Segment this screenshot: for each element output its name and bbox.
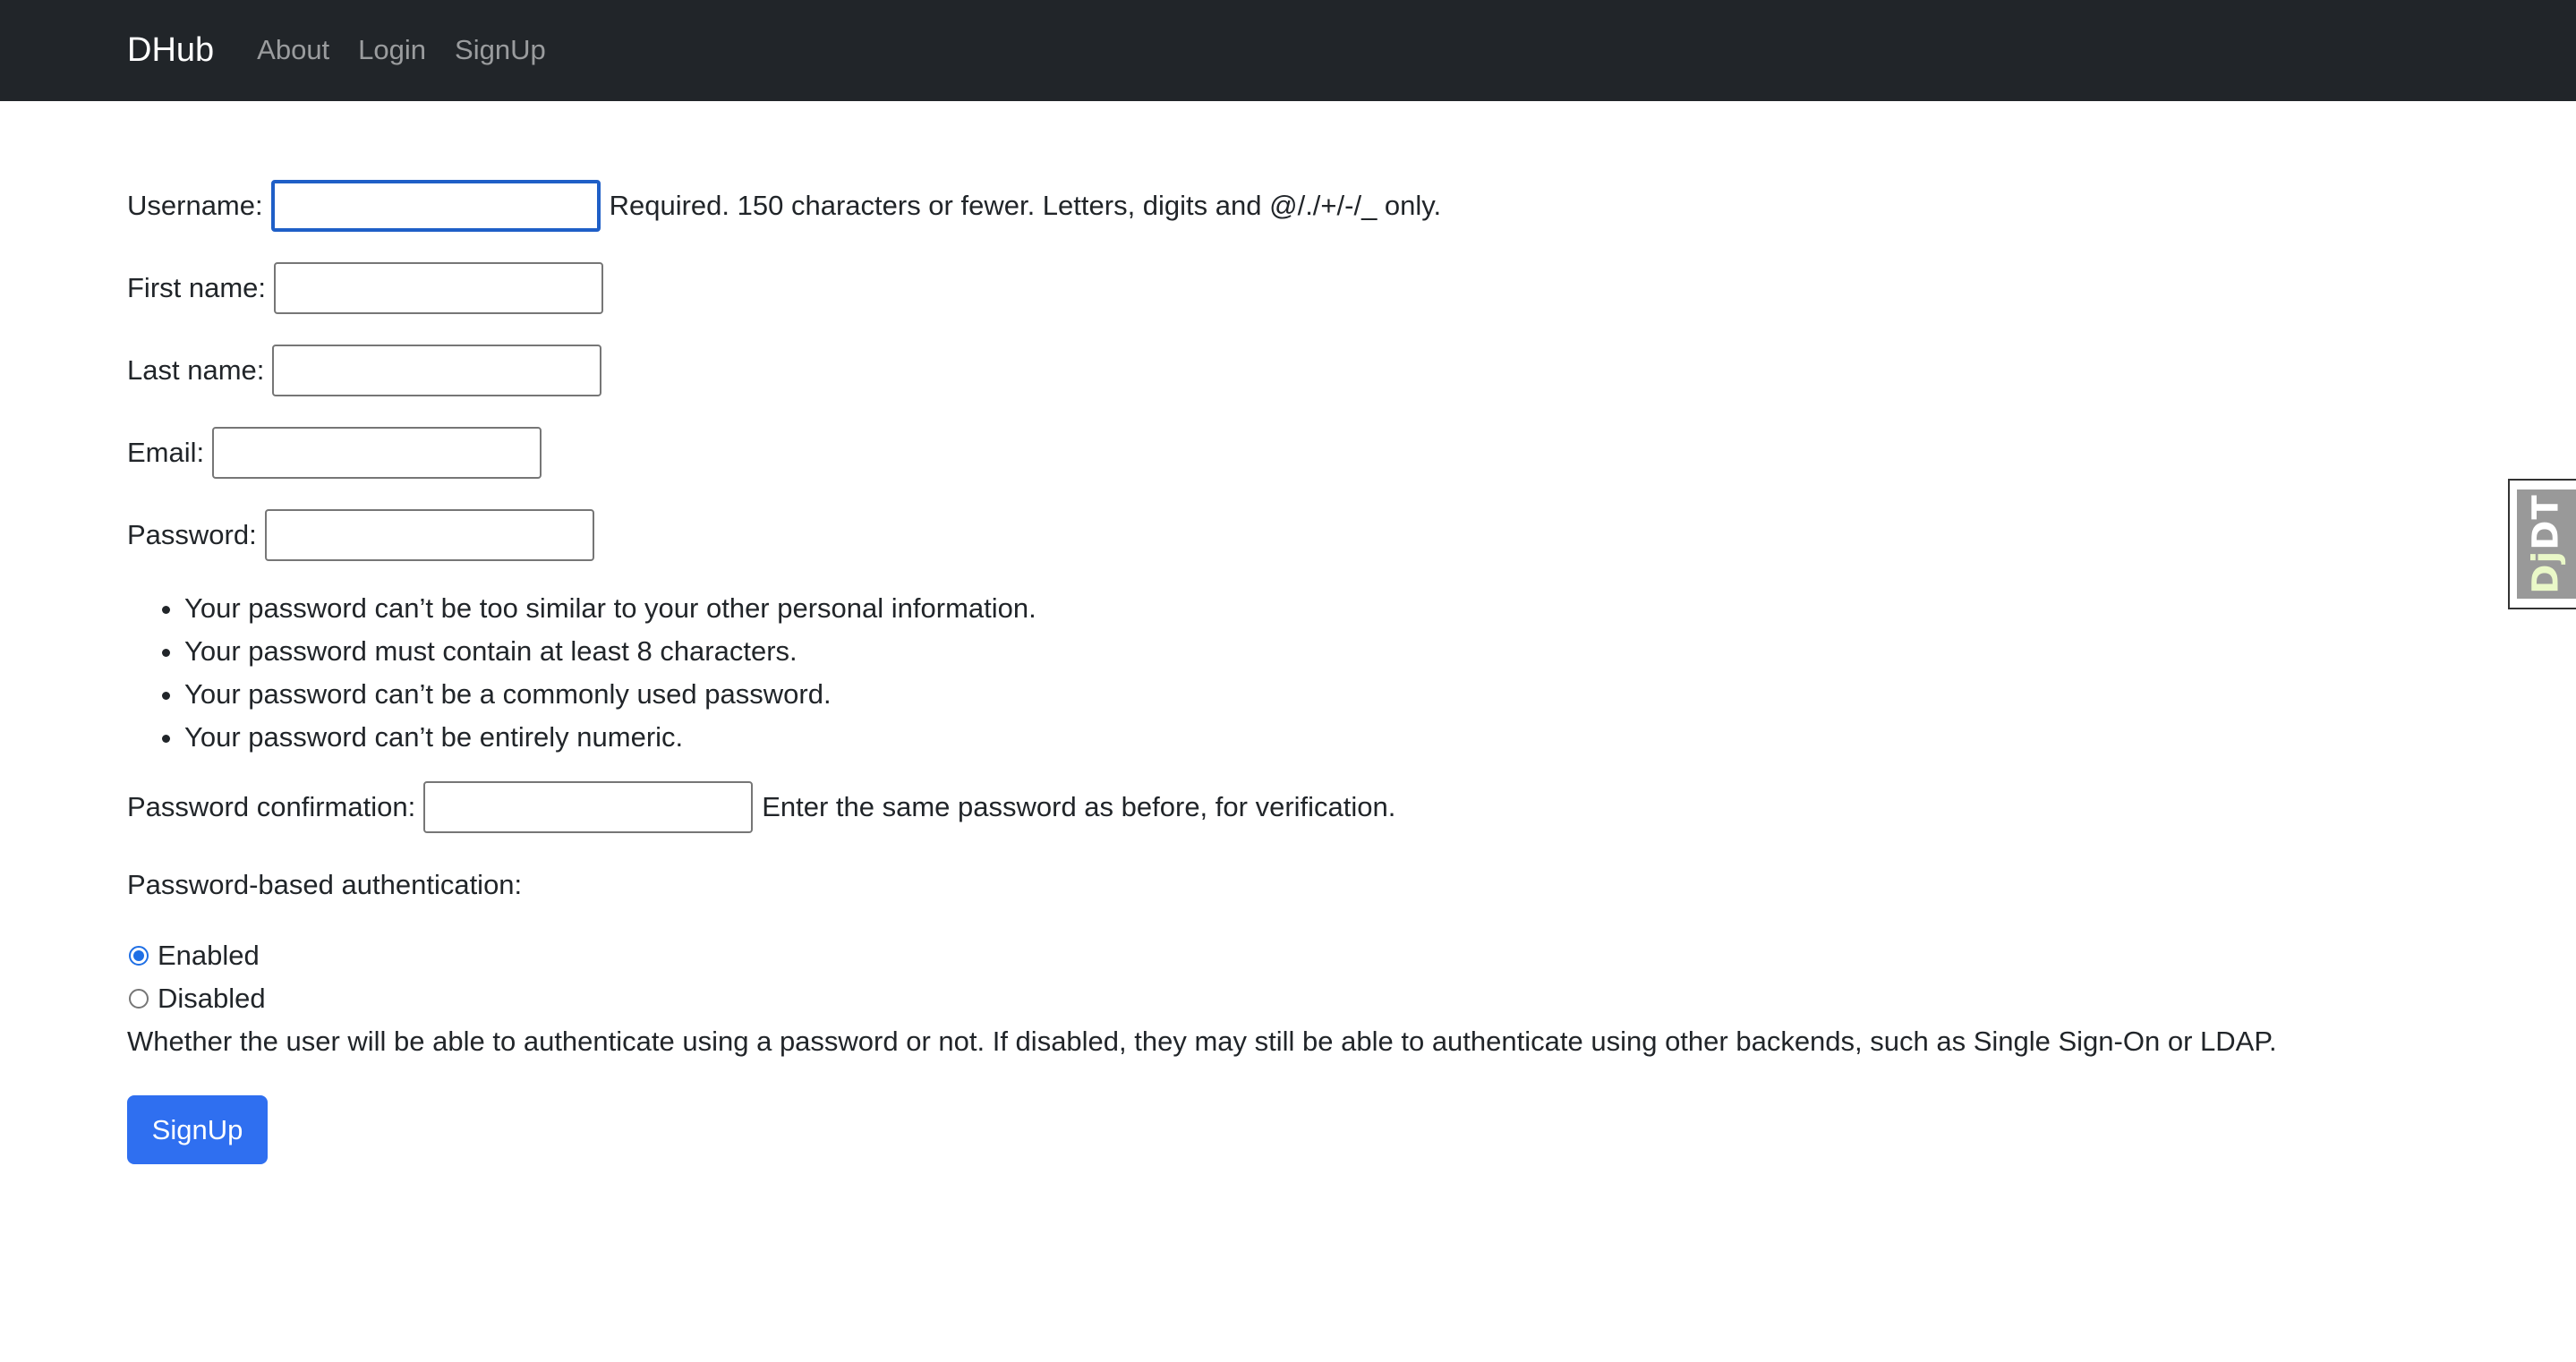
email-label: Email: (127, 436, 205, 468)
last-name-input[interactable] (272, 345, 602, 396)
last-name-label: Last name: (127, 353, 265, 386)
password-rules-list: Your password can’t be too similar to yo… (127, 587, 2454, 759)
password-confirmation-label: Password confirmation: (127, 790, 416, 822)
password-auth-label: Password-based authentication: (127, 869, 523, 900)
password-rule: Your password can’t be a commonly used p… (184, 673, 2454, 716)
password-auth-help-text: Whether the user will be able to authent… (127, 1026, 2277, 1057)
password-confirmation-input[interactable] (423, 781, 754, 833)
password-input[interactable] (264, 509, 594, 561)
password-rule: Your password must contain at least 8 ch… (184, 630, 2454, 673)
password-label: Password: (127, 518, 257, 550)
email-row: Email: (127, 426, 2454, 480)
radio-enabled[interactable] (129, 946, 149, 966)
nav-link-login[interactable]: Login (358, 30, 426, 72)
debug-toolbar-handle[interactable]: DjDT (2508, 479, 2576, 609)
radio-enabled-label[interactable]: Enabled (158, 935, 260, 977)
username-input[interactable] (270, 180, 601, 232)
username-label: Username: (127, 189, 263, 221)
signup-submit-button[interactable]: SignUp (127, 1095, 268, 1164)
first-name-label: First name: (127, 271, 267, 303)
radio-option-disabled[interactable]: Disabled (127, 977, 2454, 1020)
first-name-input[interactable] (274, 262, 604, 314)
radio-disabled-label[interactable]: Disabled (158, 978, 266, 1020)
username-row: Username: Required. 150 characters or fe… (127, 179, 2454, 233)
password-auth-radio-group: Enabled Disabled (127, 934, 2454, 1020)
brand-logo[interactable]: DHub (127, 25, 214, 76)
radio-option-enabled[interactable]: Enabled (127, 934, 2454, 977)
last-name-row: Last name: (127, 344, 2454, 397)
nav-link-about[interactable]: About (257, 30, 329, 72)
password-rule: Your password can’t be entirely numeric. (184, 716, 2454, 759)
first-name-row: First name: (127, 261, 2454, 315)
top-navbar: DHub About Login SignUp (0, 0, 2576, 101)
password-confirmation-row: Password confirmation: Enter the same pa… (127, 780, 2454, 834)
debug-toolbar-label-box[interactable]: DjDT (2517, 489, 2576, 599)
email-input[interactable] (212, 427, 542, 479)
debug-toolbar-label-suffix[interactable]: DT (2526, 494, 2567, 550)
password-confirmation-help-text: Enter the same password as before, for v… (762, 790, 1396, 822)
debug-toolbar-label-prefix[interactable]: Dj (2526, 550, 2567, 594)
debug-toolbar-label[interactable]: DjDT (2520, 494, 2573, 593)
radio-disabled[interactable] (129, 989, 149, 1009)
password-row: Password: (127, 508, 2454, 562)
username-help-text: Required. 150 characters or fewer. Lette… (609, 189, 1442, 221)
signup-form: Username: Required. 150 characters or fe… (127, 179, 2454, 1164)
password-rule: Your password can’t be too similar to yo… (184, 587, 2454, 630)
nav-link-signup[interactable]: SignUp (455, 30, 546, 72)
